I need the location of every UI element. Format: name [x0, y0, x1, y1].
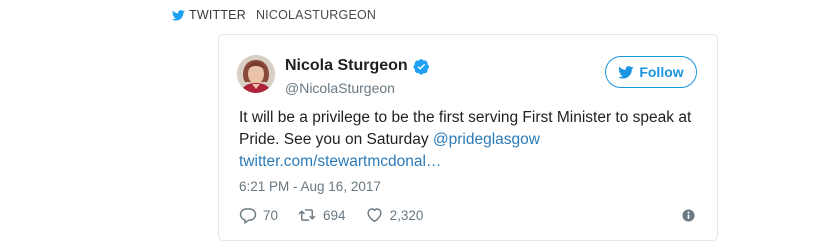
retweet-count: 694: [323, 207, 346, 223]
twitter-bird-icon: [618, 65, 634, 79]
tweet-url-link[interactable]: twitter.com/stewartmcdonal…: [239, 153, 441, 170]
tweet-actions: 70 694 2,320: [239, 206, 442, 224]
like-count: 2,320: [389, 207, 424, 223]
info-icon[interactable]: [682, 209, 695, 222]
timestamp[interactable]: 6:21 PM - Aug 16, 2017: [239, 179, 381, 194]
username[interactable]: @NicolaSturgeon: [285, 80, 395, 96]
display-name[interactable]: Nicola Sturgeon: [285, 57, 430, 75]
tweet-text: It will be a privilege to be the first s…: [239, 107, 699, 173]
like-button[interactable]: 2,320: [365, 206, 424, 224]
reply-button[interactable]: 70: [239, 206, 278, 224]
heart-icon: [366, 208, 382, 223]
twitter-bird-icon: [172, 9, 185, 21]
mention-link[interactable]: @prideglasgow: [433, 131, 540, 148]
reply-count: 70: [263, 207, 279, 223]
follow-label: Follow: [639, 64, 684, 80]
source-platform: TWITTER: [189, 8, 246, 22]
avatar[interactable]: [237, 55, 275, 93]
reply-icon: [239, 208, 257, 224]
source-label: TWITTER NICOLASTURGEON: [172, 6, 376, 24]
tweet-card: Nicola Sturgeon @NicolaSturgeon Follow I…: [218, 34, 718, 241]
verified-badge-icon: [413, 58, 430, 75]
source-handle: NICOLASTURGEON: [255, 8, 377, 22]
display-name-text[interactable]: Nicola Sturgeon: [285, 57, 408, 75]
follow-button[interactable]: Follow: [605, 56, 697, 88]
retweet-icon: [298, 209, 316, 221]
retweet-button[interactable]: 694: [297, 206, 346, 224]
